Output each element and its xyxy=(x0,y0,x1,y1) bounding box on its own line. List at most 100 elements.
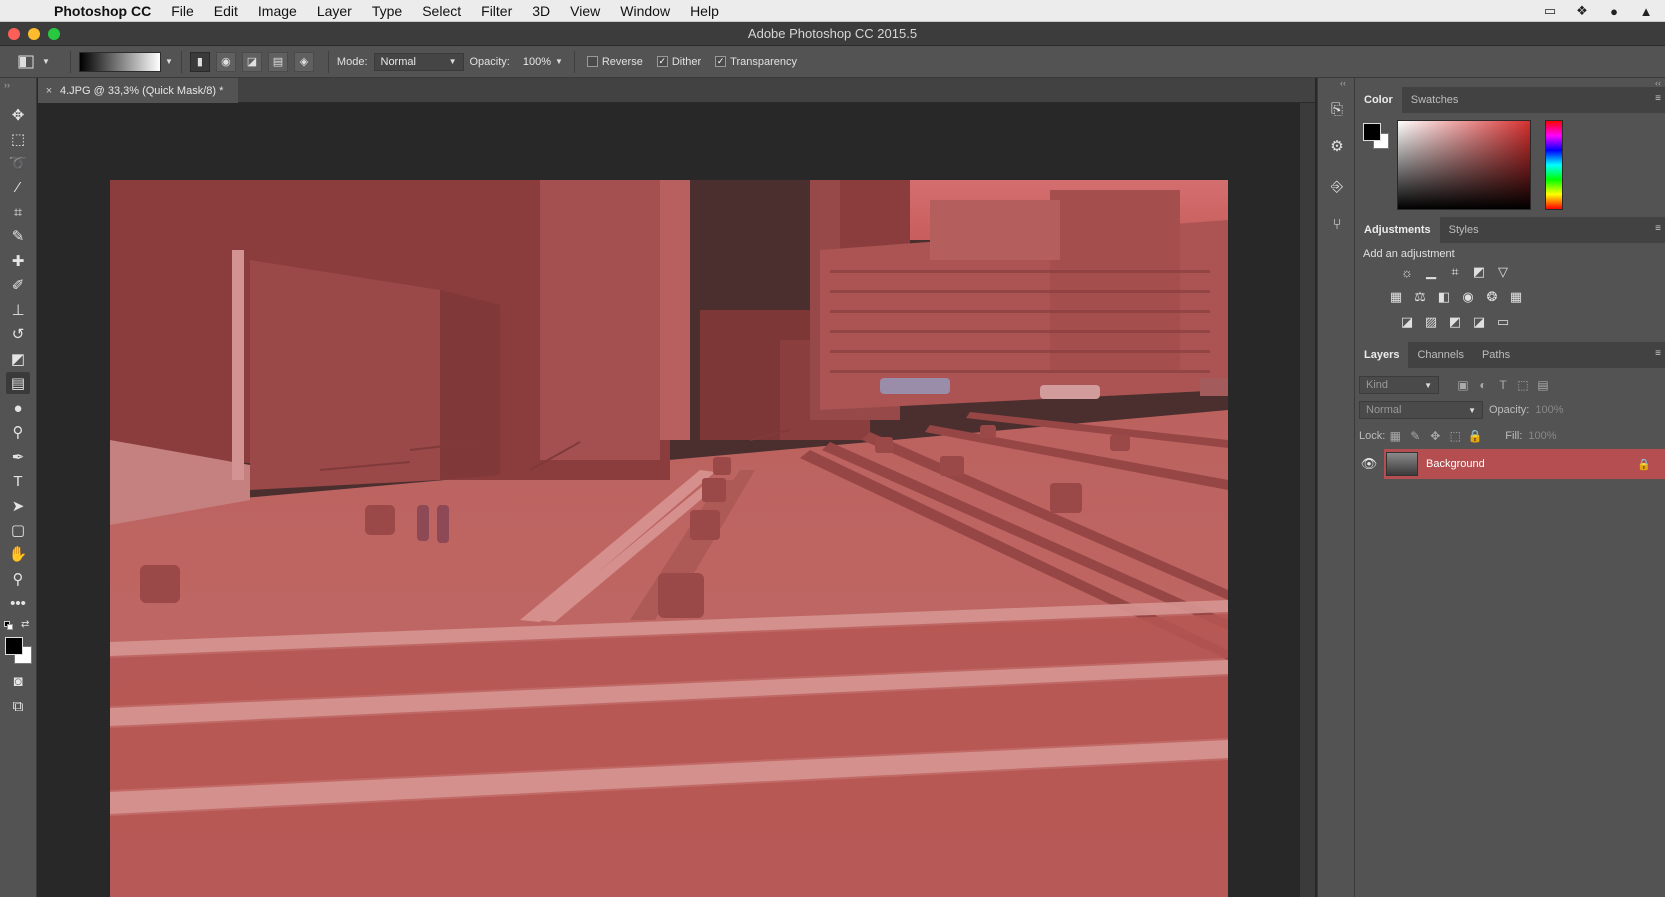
document-canvas[interactable] xyxy=(110,180,1228,897)
lasso-tool-icon[interactable]: ➰ xyxy=(6,152,30,174)
dodge-tool-icon[interactable]: ⚲ xyxy=(6,421,30,443)
filter-pixel-layers-icon[interactable]: ▣ xyxy=(1453,376,1473,394)
menu-view[interactable]: View xyxy=(570,3,600,19)
gradient-picker-chevron-icon[interactable]: ▼ xyxy=(165,57,173,66)
shape-tool-icon[interactable]: ▢ xyxy=(6,519,30,541)
screen-mode-icon[interactable]: ⧉ xyxy=(6,695,30,717)
properties-panel-icon[interactable]: ⚙ xyxy=(1326,135,1348,157)
vibrance-icon[interactable]: ▽ xyxy=(1493,262,1513,282)
panel-menu-icon[interactable]: ≡ xyxy=(1655,93,1661,104)
tab-channels[interactable]: Channels xyxy=(1408,342,1472,368)
menu-select[interactable]: Select xyxy=(422,3,461,19)
tab-swatches[interactable]: Swatches xyxy=(1402,87,1468,113)
tab-layers[interactable]: Layers xyxy=(1355,342,1409,368)
vertical-scrollbar[interactable] xyxy=(1300,103,1315,897)
clone-source-panel-icon[interactable]: ⑂ xyxy=(1326,213,1348,235)
color-balance-icon[interactable]: ⚖ xyxy=(1410,287,1430,307)
healing-brush-tool-icon[interactable]: ✚ xyxy=(6,250,30,272)
dither-checkbox-box[interactable]: ✓ xyxy=(656,56,668,67)
menu-layer[interactable]: Layer xyxy=(317,3,352,19)
document-tab[interactable]: × 4.JPG @ 33,3% (Quick Mask/8) * xyxy=(38,78,238,103)
creative-cloud-icon[interactable]: ● xyxy=(1605,4,1623,19)
menu-window[interactable]: Window xyxy=(620,3,670,19)
exposure-icon[interactable]: ◩ xyxy=(1469,262,1489,282)
blur-tool-icon[interactable]: ● xyxy=(6,397,30,419)
mode-select[interactable]: Normal ▼ xyxy=(373,52,464,71)
angle-gradient-button[interactable]: ◪ xyxy=(241,51,262,72)
move-tool-icon[interactable]: ✥ xyxy=(6,104,30,126)
layer-row-selected[interactable]: Background 🔒 xyxy=(1384,449,1665,479)
posterize-icon[interactable]: ▨ xyxy=(1421,312,1441,332)
layer-filter-kind-select[interactable]: Kind ▼ xyxy=(1359,376,1439,394)
diamond-gradient-button[interactable]: ◈ xyxy=(293,51,314,72)
tab-color[interactable]: Color xyxy=(1355,87,1402,113)
expand-toolbar-icon[interactable]: ›› xyxy=(4,80,10,90)
filter-shape-layers-icon[interactable]: ⬚ xyxy=(1513,376,1533,394)
eraser-tool-icon[interactable]: ◩ xyxy=(6,348,30,370)
lock-transparent-pixels-icon[interactable]: ▦ xyxy=(1385,427,1405,445)
history-brush-tool-icon[interactable]: ↺ xyxy=(6,323,30,345)
linear-gradient-button[interactable]: ▮ xyxy=(189,51,210,72)
zoom-tool-icon[interactable]: ⚲ xyxy=(6,568,30,590)
type-tool-icon[interactable]: T xyxy=(6,470,30,492)
layer-row[interactable]: 👁 Background 🔒 xyxy=(1355,449,1665,479)
app-menu[interactable]: Photoshop CC xyxy=(54,3,151,19)
marquee-tool-icon[interactable]: ⬚ xyxy=(6,128,30,150)
channel-mixer-icon[interactable]: ❂ xyxy=(1482,287,1502,307)
reverse-checkbox[interactable]: Reverse xyxy=(586,56,643,68)
lock-all-icon[interactable]: 🔒 xyxy=(1465,427,1485,445)
curves-icon[interactable]: ⌗ xyxy=(1445,262,1465,282)
invert-icon[interactable]: ◪ xyxy=(1397,312,1417,332)
layer-lock-icon[interactable]: 🔒 xyxy=(1637,458,1651,471)
history-panel-icon[interactable]: ⎘ xyxy=(1326,98,1348,120)
dropbox-icon[interactable]: ❖ xyxy=(1573,3,1591,18)
blend-mode-select[interactable]: Normal ▼ xyxy=(1359,401,1483,419)
layer-visibility-eye-icon[interactable]: 👁 xyxy=(1355,456,1383,472)
swap-colors-icon[interactable]: ⇄ xyxy=(21,619,29,630)
transparency-checkbox-box[interactable]: ✓ xyxy=(715,56,727,67)
lock-artboard-icon[interactable]: ⬚ xyxy=(1445,427,1465,445)
panel-menu-icon[interactable]: ≡ xyxy=(1655,348,1661,359)
gradient-editor-swatch[interactable] xyxy=(79,51,161,72)
close-tab-icon[interactable]: × xyxy=(38,85,60,97)
fill-value[interactable]: 100% xyxy=(1528,430,1556,442)
menu-image[interactable]: Image xyxy=(258,3,297,19)
brightness-contrast-icon[interactable]: ☼ xyxy=(1397,262,1417,282)
adobe-icon[interactable]: ▲ xyxy=(1637,4,1655,19)
levels-icon[interactable]: ▁ xyxy=(1421,262,1441,282)
tab-adjustments[interactable]: Adjustments xyxy=(1355,217,1440,243)
more-tools-icon[interactable]: ••• xyxy=(6,592,30,614)
menu-3d[interactable]: 3D xyxy=(532,3,550,19)
hand-tool-icon[interactable]: ✋ xyxy=(6,543,30,565)
menu-help[interactable]: Help xyxy=(690,3,719,19)
pen-tool-icon[interactable]: ✒ xyxy=(6,446,30,468)
collapse-dock-icon[interactable]: ‹‹ xyxy=(1340,78,1346,88)
quick-mask-icon[interactable]: ◙ xyxy=(6,670,30,692)
brush-presets-panel-icon[interactable]: ⎆ xyxy=(1326,175,1348,197)
magic-wand-tool-icon[interactable]: ⁄ xyxy=(6,176,30,198)
path-selection-tool-icon[interactable]: ➤ xyxy=(6,495,30,517)
filter-adjustment-layers-icon[interactable]: ◐ xyxy=(1473,376,1493,394)
selective-color-icon[interactable]: ◪ xyxy=(1469,312,1489,332)
hue-saturation-icon[interactable]: ▦ xyxy=(1386,287,1406,307)
color-spectrum-field[interactable] xyxy=(1397,120,1531,210)
foreground-color-swatch[interactable] xyxy=(5,637,23,655)
tab-styles[interactable]: Styles xyxy=(1440,217,1488,243)
filter-type-layers-icon[interactable]: T xyxy=(1493,376,1513,394)
lock-image-pixels-icon[interactable]: ✎ xyxy=(1405,427,1425,445)
threshold-icon[interactable]: ◩ xyxy=(1445,312,1465,332)
tool-preset-picker[interactable]: ▼ xyxy=(18,50,62,74)
reverse-checkbox-box[interactable] xyxy=(586,56,598,67)
panel-menu-icon[interactable]: ≡ xyxy=(1655,223,1661,234)
clone-stamp-tool-icon[interactable]: ⊥ xyxy=(6,299,30,321)
black-white-icon[interactable]: ◧ xyxy=(1434,287,1454,307)
tab-paths[interactable]: Paths xyxy=(1473,342,1519,368)
color-lookup-icon[interactable]: ▦ xyxy=(1506,287,1526,307)
opacity-field[interactable]: 100% ▼ xyxy=(515,52,566,71)
photo-filter-icon[interactable]: ◉ xyxy=(1458,287,1478,307)
menu-filter[interactable]: Filter xyxy=(481,3,512,19)
dither-checkbox[interactable]: ✓ Dither xyxy=(656,56,701,68)
menu-file[interactable]: File xyxy=(171,3,194,19)
menu-type[interactable]: Type xyxy=(372,3,402,19)
color-foreground-swatch[interactable] xyxy=(1363,123,1381,141)
